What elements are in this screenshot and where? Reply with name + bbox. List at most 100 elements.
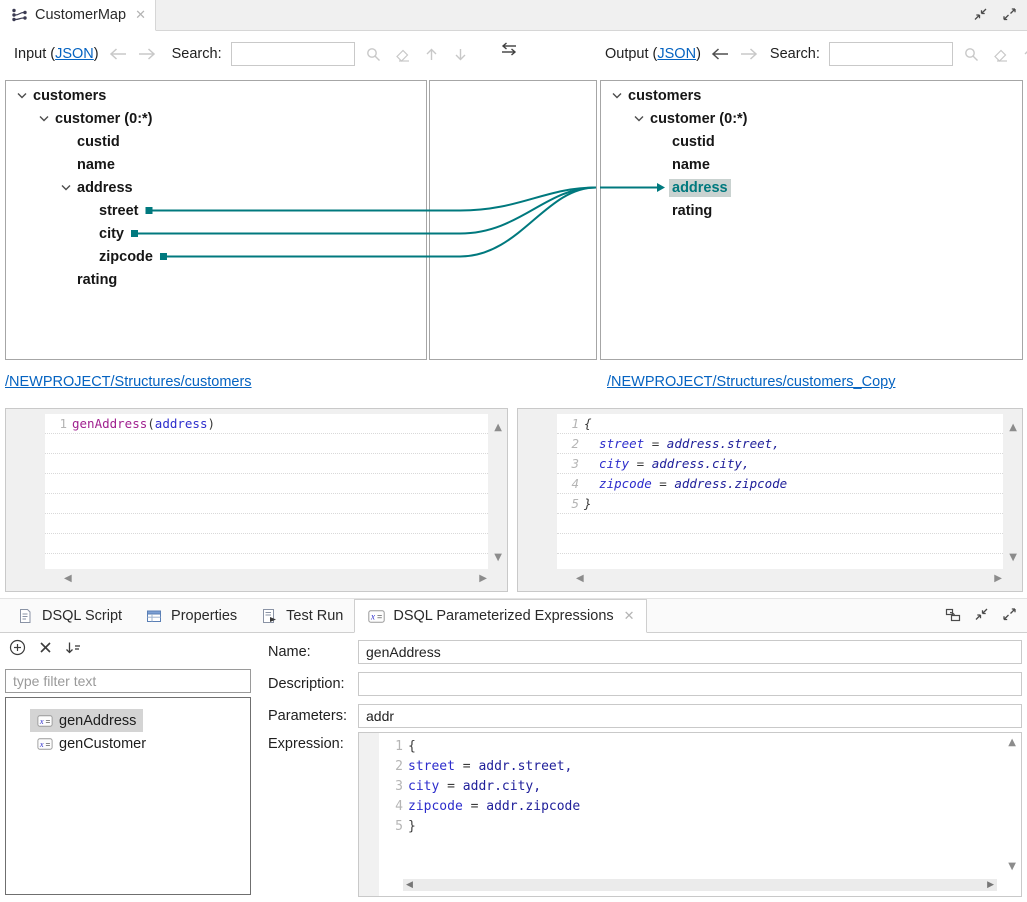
line-number: 2 — [379, 757, 408, 777]
description-field[interactable] — [358, 672, 1022, 696]
forward-icon[interactable] — [739, 43, 759, 65]
scroll-left-icon[interactable]: ◀ — [64, 574, 72, 584]
delete-expression-icon[interactable] — [39, 641, 52, 654]
code-surface[interactable]: 1{2 street = address.street,3 city = add… — [557, 414, 1003, 569]
clear-search-icon[interactable] — [393, 43, 413, 65]
minimize-icon[interactable] — [974, 608, 989, 622]
tree-node-custid[interactable]: custid — [6, 130, 426, 153]
restore-view-icon[interactable] — [945, 608, 961, 622]
tab-test-run[interactable]: Test Run — [248, 599, 354, 632]
tree-node-address[interactable]: address — [6, 176, 426, 199]
tab-label: Properties — [171, 608, 237, 624]
maximize-icon[interactable] — [1002, 608, 1017, 622]
chevron-down-icon[interactable] — [609, 92, 625, 99]
scroll-right-icon[interactable]: ▶ — [479, 574, 487, 584]
scroll-right-icon[interactable]: ▶ — [994, 574, 1002, 584]
palette-item-gencustomer[interactable]: x=genCustomer — [30, 732, 153, 755]
minimize-icon[interactable] — [973, 8, 988, 21]
line-number: 5 — [379, 817, 408, 837]
svg-text:x: x — [39, 716, 44, 725]
chevron-down-icon[interactable] — [58, 184, 74, 191]
svg-text:=: = — [45, 715, 50, 725]
scroll-right-icon[interactable]: ▶ — [987, 880, 994, 890]
forward-icon[interactable] — [137, 43, 157, 65]
search-icon[interactable] — [962, 43, 982, 65]
input-call-editor[interactable]: 1genAddress(address) ▲ ▼ ◀ ▶ — [5, 408, 508, 592]
scroll-down-icon[interactable]: ▼ — [1009, 553, 1017, 563]
tree-node-customers[interactable]: customers — [601, 84, 1022, 107]
previous-match-icon[interactable] — [1020, 43, 1027, 65]
tree-node-custid[interactable]: custid — [601, 130, 1022, 153]
code-surface[interactable]: 1genAddress(address) — [45, 414, 488, 569]
swap-input-output-icon[interactable] — [499, 42, 519, 56]
input-json-link[interactable]: JSON — [55, 46, 94, 62]
output-label-text: Output ( — [605, 46, 657, 62]
scroll-down-icon[interactable]: ▼ — [494, 553, 502, 563]
output-mapping-editor[interactable]: 1{2 street = address.street,3 city = add… — [517, 408, 1023, 592]
scroll-up-icon[interactable]: ▲ — [1009, 423, 1017, 433]
expression-editor[interactable]: 1{2street = addr.street,3city = addr.cit… — [358, 732, 1022, 897]
code-line: 2 street = address.street, — [557, 434, 1003, 454]
svg-text:=: = — [377, 611, 382, 621]
chevron-down-icon[interactable] — [631, 115, 647, 122]
scroll-up-icon[interactable]: ▲ — [494, 423, 502, 433]
input-structure-link[interactable]: /NEWPROJECT/Structures/customers — [5, 374, 252, 390]
next-match-icon[interactable] — [451, 43, 471, 65]
tree-node-zipcode[interactable]: zipcode — [6, 245, 426, 268]
tree-node-customers[interactable]: customers — [6, 84, 426, 107]
close-tab-icon[interactable]: ✕ — [624, 608, 635, 624]
search-icon[interactable] — [364, 43, 384, 65]
input-search-field[interactable] — [231, 42, 355, 66]
close-tab-icon[interactable]: ✕ — [135, 7, 146, 23]
chevron-down-icon[interactable] — [36, 115, 52, 122]
tab-dsql-parameterized-expressions[interactable]: x= DSQL Parameterized Expressions ✕ — [354, 599, 646, 633]
palette-item-genaddress[interactable]: x=genAddress — [30, 709, 143, 732]
output-structure-link[interactable]: /NEWPROJECT/Structures/customers_Copy — [607, 374, 895, 390]
tab-dsql-script[interactable]: DSQL Script — [4, 599, 133, 632]
code-line: 3 city = address.city, — [557, 454, 1003, 474]
scroll-left-icon[interactable]: ◀ — [406, 880, 413, 890]
code-line — [379, 837, 1003, 857]
palette-item-label: genCustomer — [59, 736, 146, 752]
tab-customermap[interactable]: CustomerMap ✕ — [0, 0, 156, 31]
tree-node-name[interactable]: name — [601, 153, 1022, 176]
previous-match-icon[interactable] — [422, 43, 442, 65]
add-expression-icon[interactable] — [9, 639, 26, 656]
tree-node-street[interactable]: street — [6, 199, 426, 222]
tree-node-rating[interactable]: rating — [601, 199, 1022, 222]
output-json-link[interactable]: JSON — [657, 46, 696, 62]
sort-icon[interactable] — [65, 641, 81, 655]
maximize-icon[interactable] — [1002, 8, 1017, 21]
code-line: 5} — [557, 494, 1003, 514]
parameters-field[interactable] — [358, 704, 1022, 728]
name-field[interactable] — [358, 640, 1022, 664]
tree-node-customer-0[interactable]: customer (0:*) — [601, 107, 1022, 130]
expression-list[interactable]: x=genAddressx=genCustomer — [5, 697, 251, 895]
line-number — [45, 494, 72, 513]
table-icon — [144, 605, 164, 627]
input-label-paren: ) — [94, 46, 99, 62]
filter-input[interactable] — [5, 669, 251, 693]
tree-node-rating[interactable]: rating — [6, 268, 426, 291]
scroll-left-icon[interactable]: ◀ — [576, 574, 584, 584]
scroll-up-icon[interactable]: ▲ — [1008, 738, 1016, 748]
back-icon[interactable] — [108, 43, 128, 65]
bottom-view-panel: DSQL Script Properties Test Run x= DSQL … — [0, 598, 1027, 902]
editor-tab-bar: CustomerMap ✕ — [0, 0, 1027, 31]
scroll-down-icon[interactable]: ▼ — [1008, 862, 1016, 872]
tree-node-city[interactable]: city — [6, 222, 426, 245]
tree-node-customer-0[interactable]: customer (0:*) — [6, 107, 426, 130]
tree-node-address[interactable]: address — [601, 176, 1022, 199]
tab-properties[interactable]: Properties — [133, 599, 248, 632]
line-number: 1 — [45, 414, 72, 433]
horizontal-scrollbar[interactable]: ◀ ▶ — [403, 879, 997, 891]
clear-search-icon[interactable] — [991, 43, 1011, 65]
output-search-field[interactable] — [829, 42, 953, 66]
chevron-down-icon[interactable] — [14, 92, 30, 99]
mapping-canvas[interactable] — [429, 80, 597, 360]
code-line: 4 zipcode = address.zipcode — [557, 474, 1003, 494]
tree-node-label: rating — [669, 202, 715, 220]
tree-node-name[interactable]: name — [6, 153, 426, 176]
back-icon[interactable] — [710, 43, 730, 65]
code-surface[interactable]: 1{2street = addr.street,3city = addr.cit… — [379, 737, 1003, 876]
